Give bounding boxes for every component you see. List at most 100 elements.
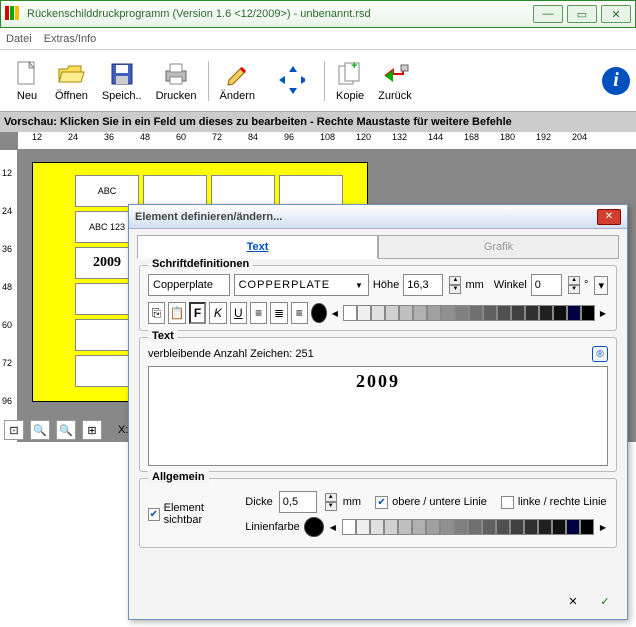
angle-spinner[interactable]: 0 — [531, 274, 562, 296]
angle-dropdown-icon[interactable]: ▾ — [594, 276, 608, 295]
color-swatch[interactable] — [384, 519, 398, 535]
cancel-button[interactable]: ✕ — [561, 589, 585, 613]
copy-button[interactable]: + Kopie — [329, 57, 371, 105]
color-swatch[interactable] — [399, 305, 413, 321]
prev-color-icon[interactable]: ◀ — [332, 309, 338, 318]
color-swatch[interactable] — [469, 305, 483, 321]
left-right-line-checkbox[interactable]: linke / rechte Linie — [501, 496, 607, 509]
color-swatch[interactable] — [412, 519, 426, 535]
ruler-tick: 24 — [2, 206, 12, 216]
registered-icon[interactable]: ® — [592, 346, 608, 362]
general-section: Allgemein ✔Element sichtbar Dicke 0,5 ▲▼… — [139, 478, 617, 548]
color-swatch[interactable] — [342, 519, 356, 535]
label-cell[interactable] — [211, 175, 275, 207]
color-swatch[interactable] — [496, 519, 510, 535]
back-button[interactable]: Zurück — [371, 57, 419, 105]
align-right-button[interactable]: ≡ — [291, 302, 308, 324]
color-swatch[interactable] — [343, 305, 357, 321]
tab-grafik[interactable]: Grafik — [378, 235, 619, 259]
underline-button[interactable]: U — [230, 302, 247, 324]
close-button[interactable]: ✕ — [601, 5, 631, 23]
height-spin-buttons[interactable]: ▲▼ — [449, 276, 461, 294]
color-swatch[interactable] — [581, 305, 595, 321]
edit-button[interactable]: Ändern — [213, 57, 262, 105]
color-swatch[interactable] — [553, 305, 567, 321]
text-color-dot[interactable] — [311, 303, 327, 323]
text-color-strip — [343, 305, 595, 321]
color-swatch[interactable] — [525, 305, 539, 321]
color-swatch[interactable] — [511, 305, 525, 321]
bold-button[interactable]: F — [189, 302, 207, 324]
label-cell[interactable] — [279, 175, 343, 207]
next-color-icon[interactable]: ▶ — [600, 309, 606, 318]
visible-checkbox[interactable]: ✔Element sichtbar — [148, 502, 235, 526]
color-swatch[interactable] — [468, 519, 482, 535]
dialog-title-bar[interactable]: Element definieren/ändern... ✕ — [129, 205, 627, 229]
open-button[interactable]: Öffnen — [48, 57, 95, 105]
label-cell[interactable] — [143, 175, 207, 207]
color-swatch[interactable] — [357, 305, 371, 321]
remaining-chars: verbleibende Anzahl Zeichen: 251 ® — [148, 346, 608, 362]
color-swatch[interactable] — [455, 305, 469, 321]
zoom-in-button[interactable]: 🔍 — [30, 420, 50, 440]
text-input[interactable] — [148, 366, 608, 466]
thickness-spin-buttons[interactable]: ▲▼ — [325, 493, 337, 511]
ruler-tick: 36 — [104, 132, 114, 142]
dialog-close-button[interactable]: ✕ — [597, 209, 621, 225]
align-center-button[interactable]: ≣ — [270, 302, 287, 324]
color-swatch[interactable] — [370, 519, 384, 535]
italic-button[interactable]: K — [209, 302, 226, 324]
color-swatch[interactable] — [371, 305, 385, 321]
top-bottom-line-checkbox[interactable]: ✔obere / untere Linie — [375, 496, 487, 509]
copy-button[interactable]: ⎘ — [148, 302, 165, 324]
color-swatch[interactable] — [398, 519, 412, 535]
ok-button[interactable]: ✓ — [593, 589, 617, 613]
color-swatch[interactable] — [497, 305, 511, 321]
maximize-button[interactable]: ▭ — [567, 5, 597, 23]
color-swatch[interactable] — [413, 305, 427, 321]
color-swatch[interactable] — [440, 519, 454, 535]
align-left-button[interactable]: ≡ — [250, 302, 267, 324]
color-swatch[interactable] — [426, 519, 440, 535]
height-spinner[interactable]: 16,3 — [403, 274, 443, 296]
save-icon — [108, 60, 136, 88]
color-swatch[interactable] — [441, 305, 455, 321]
print-button[interactable]: Drucken — [149, 57, 204, 105]
color-swatch[interactable] — [427, 305, 441, 321]
color-swatch[interactable] — [483, 305, 497, 321]
menu-datei[interactable]: Datei — [6, 33, 32, 45]
color-swatch[interactable] — [510, 519, 524, 535]
color-swatch[interactable] — [539, 305, 553, 321]
zoom-fit-button[interactable]: ⊡ — [4, 420, 24, 440]
new-button[interactable]: Neu — [6, 57, 48, 105]
font-preview-combo[interactable]: COPPERPLATE▼ — [234, 274, 369, 296]
color-swatch[interactable] — [580, 519, 594, 535]
color-swatch[interactable] — [567, 305, 581, 321]
menu-extras[interactable]: Extras/Info — [44, 33, 97, 45]
zoom-out-button[interactable]: 🔍 — [56, 420, 76, 440]
minimize-button[interactable]: — — [533, 5, 563, 23]
prev-linecolor-icon[interactable]: ◀ — [330, 523, 336, 532]
tab-text[interactable]: Text — [137, 235, 378, 259]
ruler-tick: 12 — [2, 168, 12, 178]
color-swatch[interactable] — [566, 519, 580, 535]
color-swatch[interactable] — [524, 519, 538, 535]
zoom-region-button[interactable]: ⊞ — [82, 420, 102, 440]
color-swatch[interactable] — [552, 519, 566, 535]
next-linecolor-icon[interactable]: ▶ — [600, 523, 606, 532]
move-button[interactable] — [262, 63, 320, 99]
color-swatch[interactable] — [538, 519, 552, 535]
font-name-combo[interactable]: Copperplate — [148, 274, 230, 296]
angle-spin-buttons[interactable]: ▲▼ — [568, 276, 580, 294]
line-color-dot[interactable] — [304, 517, 324, 537]
save-button[interactable]: Speich.. — [95, 57, 149, 105]
paste-button[interactable]: 📋 — [168, 302, 185, 324]
info-button[interactable]: i — [602, 67, 630, 95]
color-swatch[interactable] — [454, 519, 468, 535]
ruler-tick: 36 — [2, 244, 12, 254]
color-swatch[interactable] — [385, 305, 399, 321]
thickness-spinner[interactable]: 0,5 — [279, 491, 317, 513]
color-swatch[interactable] — [356, 519, 370, 535]
color-swatch[interactable] — [482, 519, 496, 535]
label-cell[interactable]: ABC — [75, 175, 139, 207]
